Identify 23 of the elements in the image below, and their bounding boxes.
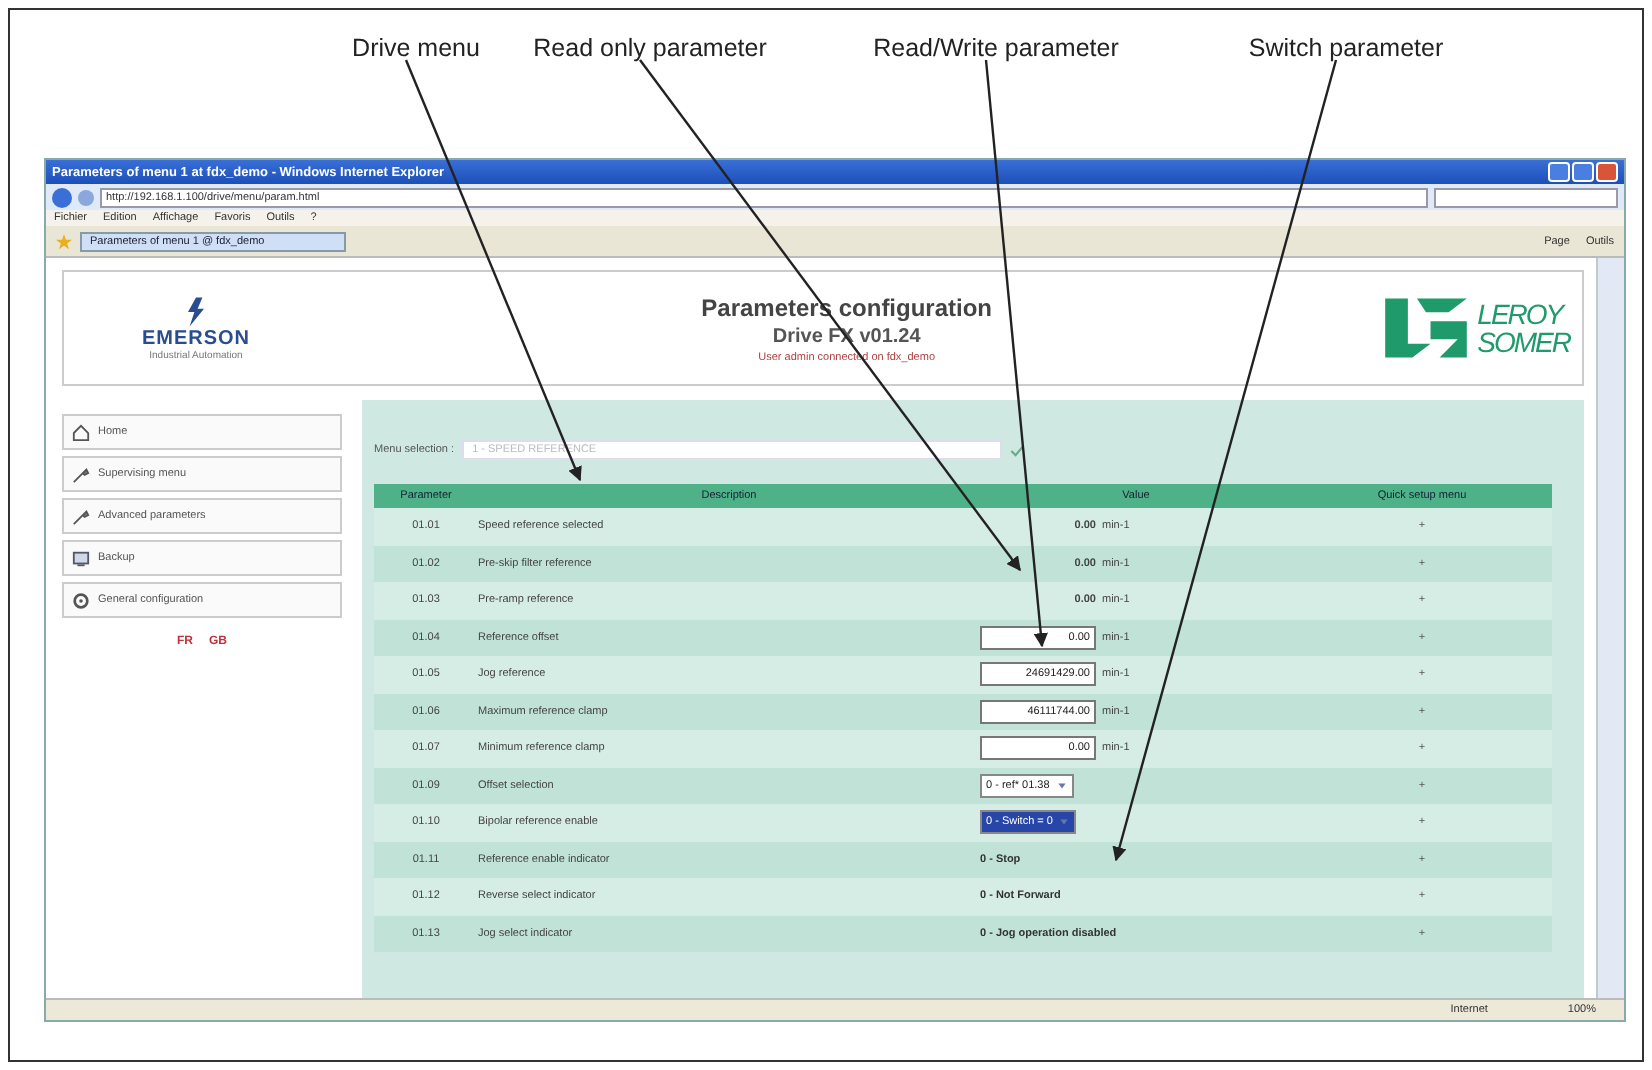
callout-label: Drive menu xyxy=(352,34,480,62)
minimize-button[interactable] xyxy=(1548,162,1570,182)
wrench-icon xyxy=(72,465,90,483)
close-button[interactable] xyxy=(1596,162,1618,182)
check-icon[interactable] xyxy=(1010,443,1025,457)
callout-label: Switch parameter xyxy=(1248,34,1444,62)
callout-label: Read/Write parameter xyxy=(873,34,1119,62)
scrollbar[interactable] xyxy=(1596,258,1624,998)
home-icon xyxy=(72,423,90,441)
callout-label: Read only parameter xyxy=(533,34,767,62)
dropdown-arrow-icon xyxy=(1058,816,1071,829)
wrench-icon xyxy=(72,507,90,525)
brand-name: EMERSON xyxy=(141,327,251,349)
settings-icon xyxy=(72,591,90,609)
search-field[interactable] xyxy=(1434,187,1618,207)
maximize-button[interactable] xyxy=(1572,162,1594,182)
star-icon[interactable] xyxy=(56,233,72,249)
monitor-icon xyxy=(72,549,90,567)
back-icon[interactable] xyxy=(52,187,72,207)
dropdown-arrow-icon xyxy=(1055,779,1068,792)
brand-name: SOMER xyxy=(1477,328,1570,356)
forward-icon[interactable] xyxy=(78,189,94,205)
brand-name: LEROY xyxy=(1477,300,1568,328)
